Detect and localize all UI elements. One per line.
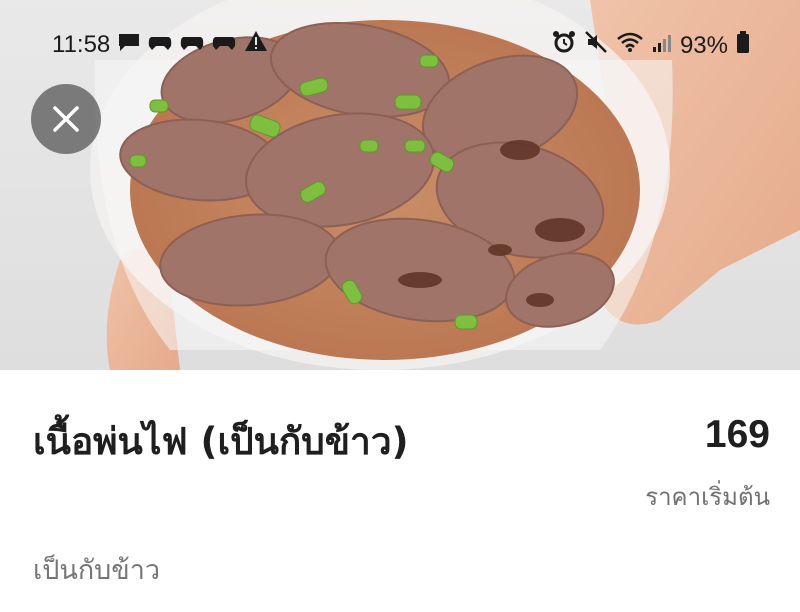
- battery-level: 93%: [679, 31, 728, 59]
- close-icon: [53, 106, 79, 132]
- battery-icon: [736, 31, 750, 60]
- price-label: ราคาเริ่มต้น: [645, 483, 770, 511]
- game-icon: [212, 31, 236, 59]
- clock: 11:58: [52, 30, 111, 58]
- status-bar: 11:58 93%: [0, 28, 800, 64]
- game-icon: [180, 31, 204, 59]
- game-icon: [148, 31, 172, 59]
- message-icon: [118, 31, 140, 59]
- signal-icon: [652, 32, 672, 60]
- alarm-icon: [552, 30, 576, 61]
- close-button[interactable]: [31, 84, 101, 154]
- item-price: 169: [704, 413, 770, 456]
- wifi-icon: [616, 31, 644, 60]
- warning-icon: [244, 30, 268, 59]
- item-description: เป็นกับข้าว: [33, 555, 161, 586]
- food-photo: 11:58 93%: [0, 0, 800, 370]
- item-name: เนื้อพ่นไฟ (เป็นกับข้าว): [33, 420, 409, 463]
- mute-icon: [584, 30, 608, 61]
